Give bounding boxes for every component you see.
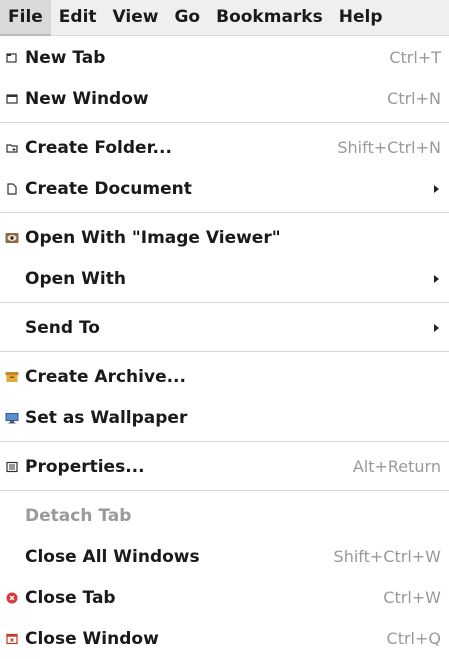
- menubar: File Edit View Go Bookmarks Help: [0, 0, 449, 36]
- shortcut-label: Shift+Ctrl+W: [333, 547, 441, 566]
- submenu-arrow-icon: [434, 274, 439, 283]
- menu-item-label: Open With "Image Viewer": [25, 227, 281, 248]
- wallpaper-icon: [5, 411, 19, 425]
- menu-item-label: Create Archive...: [25, 366, 186, 387]
- menu-item-open-with[interactable]: Open With: [0, 258, 449, 299]
- shortcut-label: Ctrl+W: [383, 588, 441, 607]
- menu-item-label: Open With: [25, 268, 126, 289]
- menu-item-label: New Tab: [25, 47, 106, 68]
- menu-item-label: Close Tab: [25, 587, 116, 608]
- menu-separator: [0, 212, 449, 213]
- menu-item-label: New Window: [25, 88, 149, 109]
- document-new-icon: [5, 182, 19, 196]
- shortcut-label: Ctrl+Q: [386, 629, 441, 648]
- archive-icon: [5, 370, 19, 384]
- menu-separator: [0, 351, 449, 352]
- menu-item-new-tab[interactable]: New Tab Ctrl+T: [0, 37, 449, 78]
- menu-item-create-folder[interactable]: Create Folder... Shift+Ctrl+N: [0, 127, 449, 168]
- menu-separator: [0, 302, 449, 303]
- submenu-arrow-icon: [434, 184, 439, 193]
- menu-item-properties[interactable]: Properties... Alt+Return: [0, 446, 449, 487]
- menu-item-label: Set as Wallpaper: [25, 407, 188, 428]
- menu-item-label: Close Window: [25, 628, 159, 649]
- menu-item-label: Create Document: [25, 178, 192, 199]
- menu-item-label: Properties...: [25, 456, 145, 477]
- menu-item-new-window[interactable]: New Window Ctrl+N: [0, 78, 449, 119]
- menu-item-close-all-windows[interactable]: Close All Windows Shift+Ctrl+W: [0, 536, 449, 577]
- menu-item-set-as-wallpaper[interactable]: Set as Wallpaper: [0, 397, 449, 438]
- menu-item-close-tab[interactable]: Close Tab Ctrl+W: [0, 577, 449, 618]
- menubar-bookmarks[interactable]: Bookmarks: [208, 0, 331, 36]
- close-tab-icon: [5, 591, 19, 605]
- new-tab-icon: [5, 51, 19, 65]
- shortcut-label: Ctrl+T: [389, 48, 441, 67]
- menu-separator: [0, 441, 449, 442]
- shortcut-label: Alt+Return: [352, 457, 441, 476]
- menu-item-create-document[interactable]: Create Document: [0, 168, 449, 209]
- properties-icon: [5, 460, 19, 474]
- close-window-icon: [5, 632, 19, 646]
- menu-item-create-archive[interactable]: Create Archive...: [0, 356, 449, 397]
- menu-item-label: Detach Tab: [25, 505, 132, 526]
- menu-item-detach-tab: Detach Tab: [0, 495, 449, 536]
- menubar-file[interactable]: File: [0, 0, 51, 36]
- menubar-view[interactable]: View: [105, 0, 167, 36]
- menu-item-label: Send To: [25, 317, 100, 338]
- menu-item-open-with-image-viewer[interactable]: Open With "Image Viewer": [0, 217, 449, 258]
- menu-item-label: Create Folder...: [25, 137, 172, 158]
- menubar-edit[interactable]: Edit: [51, 0, 105, 36]
- menu-separator: [0, 490, 449, 491]
- shortcut-label: Ctrl+N: [387, 89, 441, 108]
- menu-item-send-to[interactable]: Send To: [0, 307, 449, 348]
- folder-new-icon: [5, 141, 19, 155]
- menu-separator: [0, 122, 449, 123]
- menubar-help[interactable]: Help: [331, 0, 391, 36]
- menu-item-label: Close All Windows: [25, 546, 200, 567]
- new-window-icon: [5, 92, 19, 106]
- shortcut-label: Shift+Ctrl+N: [337, 138, 441, 157]
- submenu-arrow-icon: [434, 323, 439, 332]
- menu-item-close-window[interactable]: Close Window Ctrl+Q: [0, 618, 449, 659]
- image-viewer-icon: [5, 231, 19, 245]
- file-menu: New Tab Ctrl+T New Window Ctrl+N Create …: [0, 37, 449, 659]
- menubar-go[interactable]: Go: [166, 0, 208, 36]
